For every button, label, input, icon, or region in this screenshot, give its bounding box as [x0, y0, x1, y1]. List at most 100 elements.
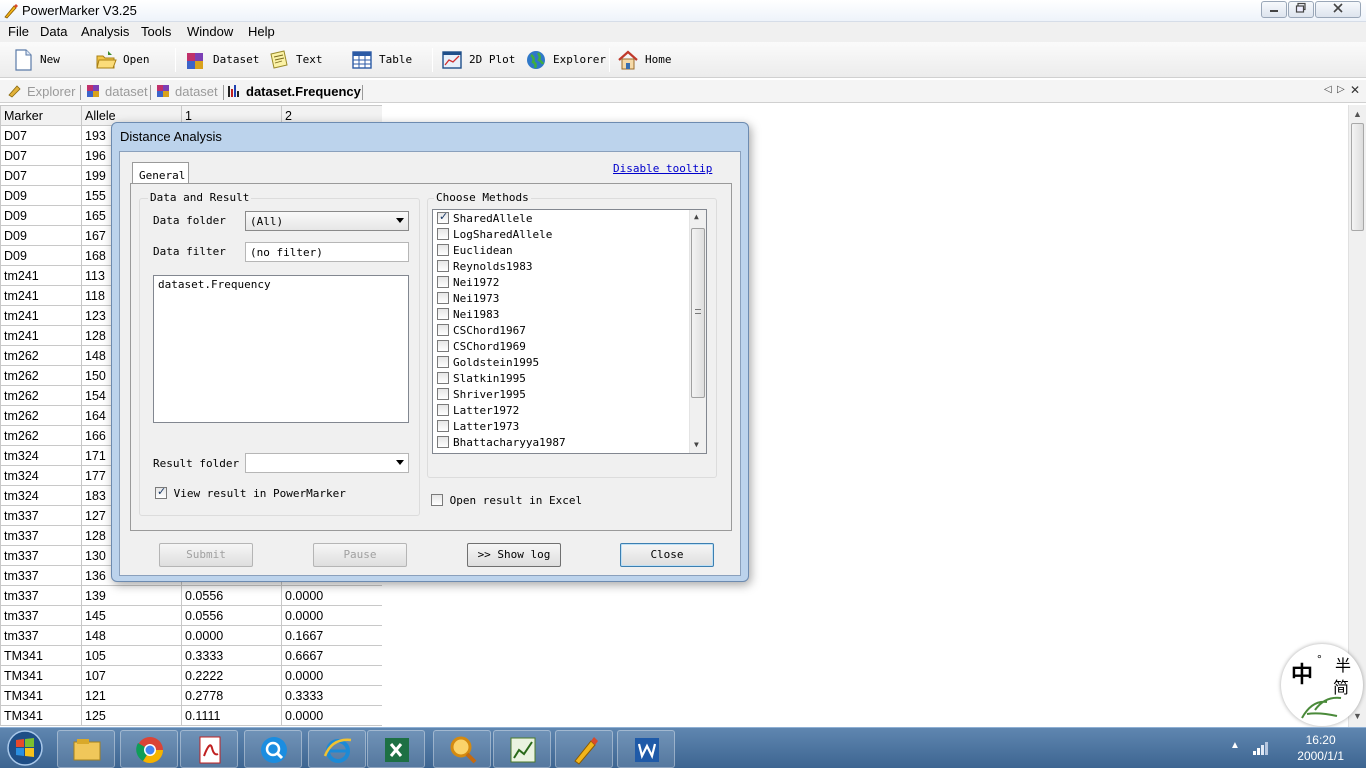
cell-marker[interactable]: D07 — [0, 125, 82, 146]
cell-marker[interactable]: D07 — [0, 145, 82, 166]
cell-allele[interactable]: 139 — [81, 585, 182, 606]
method-item[interactable]: Reynolds1983 — [437, 260, 532, 276]
cell-marker[interactable]: tm262 — [0, 405, 82, 426]
cell-freq-1[interactable]: 0.1111 — [181, 705, 282, 726]
cell-marker[interactable]: D09 — [0, 205, 82, 226]
taskbar-explorer[interactable] — [57, 730, 115, 768]
method-item[interactable]: Euclidean — [437, 244, 513, 260]
table-row[interactable]: TM341 121 0.2778 0.3333 — [0, 685, 382, 706]
method-item[interactable]: Nei1973 — [437, 292, 499, 308]
checkbox-unchecked-icon[interactable] — [437, 356, 449, 368]
tab-dataset-frequency[interactable]: dataset.Frequency — [227, 83, 361, 101]
menu-window[interactable]: Window — [187, 24, 233, 39]
cell-marker[interactable]: tm324 — [0, 445, 82, 466]
cell-freq-1[interactable]: 0.2778 — [181, 685, 282, 706]
menu-analysis[interactable]: Analysis — [81, 24, 129, 39]
checkbox-unchecked-icon[interactable] — [437, 340, 449, 352]
cell-freq-2[interactable]: 0.3333 — [281, 685, 382, 706]
cell-freq-2[interactable]: 0.0000 — [281, 705, 382, 726]
taskbar-pdf[interactable] — [180, 730, 238, 768]
taskbar-dictionary[interactable] — [244, 730, 302, 768]
taskbar-ie[interactable] — [308, 730, 366, 768]
table-row[interactable]: TM341 125 0.1111 0.0000 — [0, 705, 382, 726]
tab-scroll-right-icon[interactable]: ▷ — [1337, 84, 1345, 95]
cell-marker[interactable]: tm241 — [0, 305, 82, 326]
table-row[interactable]: tm337 145 0.0556 0.0000 — [0, 605, 382, 626]
scroll-up-arrow-icon[interactable]: ▲ — [1353, 109, 1362, 119]
cell-marker[interactable]: D09 — [0, 225, 82, 246]
network-signal-icon[interactable] — [1251, 740, 1269, 756]
open-button[interactable]: Open — [95, 47, 155, 73]
cell-marker[interactable]: tm337 — [0, 525, 82, 546]
cell-marker[interactable]: D09 — [0, 185, 82, 206]
close-button[interactable] — [1315, 1, 1361, 18]
checkbox-unchecked-icon[interactable] — [437, 308, 449, 320]
menu-tools[interactable]: Tools — [141, 24, 171, 39]
checkbox-unchecked-icon[interactable] — [437, 276, 449, 288]
checkbox-unchecked-icon[interactable] — [437, 292, 449, 304]
view-result-checkbox[interactable]: View result in PowerMarker — [155, 485, 346, 500]
method-item[interactable]: Slatkin1995 — [437, 372, 526, 388]
menu-help[interactable]: Help — [248, 24, 275, 39]
cell-marker[interactable]: tm262 — [0, 345, 82, 366]
cell-allele[interactable]: 148 — [81, 625, 182, 646]
cell-freq-1[interactable]: 0.3333 — [181, 645, 282, 666]
minimize-button[interactable] — [1261, 1, 1287, 18]
column-header-marker[interactable]: Marker — [0, 105, 82, 126]
main-vertical-scrollbar[interactable]: ▲ ▼ — [1348, 105, 1366, 727]
taskbar-powermarker[interactable] — [555, 730, 613, 768]
result-folder-dropdown[interactable] — [245, 453, 409, 473]
new-button[interactable]: New — [12, 47, 62, 73]
scrollbar-thumb[interactable] — [1351, 123, 1364, 231]
cell-freq-1[interactable]: 0.2222 — [181, 665, 282, 686]
checkbox-unchecked-icon[interactable] — [437, 372, 449, 384]
explorer-button[interactable]: Explorer — [525, 47, 606, 73]
tab-explorer[interactable]: Explorer — [8, 83, 75, 101]
cell-freq-1[interactable]: 0.0556 — [181, 605, 282, 626]
checkbox-unchecked-icon[interactable] — [437, 388, 449, 400]
cell-allele[interactable]: 125 — [81, 705, 182, 726]
cell-marker[interactable]: tm241 — [0, 285, 82, 306]
methods-scrollbar[interactable]: ▲ ▼ — [689, 210, 706, 453]
ime-status-badge[interactable]: 中 ° 半 简 — [1281, 644, 1363, 726]
cell-marker[interactable]: TM341 — [0, 645, 82, 666]
checkbox-checked-icon[interactable] — [437, 210, 449, 224]
start-button[interactable] — [4, 729, 46, 767]
table-row[interactable]: TM341 105 0.3333 0.6667 — [0, 645, 382, 666]
table-row[interactable]: tm337 148 0.0000 0.1667 — [0, 625, 382, 646]
tab-dataset-1[interactable]: dataset — [86, 83, 148, 101]
method-item[interactable]: Latter1973 — [437, 420, 519, 436]
system-clock[interactable]: 16:20 2000/1/1 — [1297, 732, 1344, 764]
cell-marker[interactable]: tm262 — [0, 425, 82, 446]
table-button[interactable]: Table — [351, 47, 416, 73]
cell-freq-2[interactable]: 0.0000 — [281, 665, 382, 686]
submit-button[interactable]: Submit — [159, 543, 253, 567]
taskbar-chrome[interactable] — [120, 730, 178, 768]
taskbar-search-tool[interactable] — [433, 730, 491, 768]
cell-marker[interactable]: tm337 — [0, 605, 82, 626]
cell-marker[interactable]: tm324 — [0, 465, 82, 486]
cell-allele[interactable]: 105 — [81, 645, 182, 666]
checkbox-unchecked-icon[interactable] — [437, 324, 449, 336]
2d-plot-button[interactable]: 2D Plot — [441, 47, 516, 73]
methods-scrollbar-thumb[interactable] — [691, 228, 705, 398]
scroll-down-arrow-icon[interactable]: ▼ — [694, 440, 699, 449]
tab-scroll-left-icon[interactable]: ◁ — [1324, 84, 1332, 95]
cell-marker[interactable]: tm337 — [0, 625, 82, 646]
method-item[interactable]: Shriver1995 — [437, 388, 526, 404]
cell-marker[interactable]: tm337 — [0, 565, 82, 586]
cell-marker[interactable]: tm337 — [0, 585, 82, 606]
method-item[interactable]: CSChord1967 — [437, 324, 526, 340]
methods-checklist[interactable]: ▲ ▼ SharedAllele LogSharedAllele Euclidean… — [432, 209, 707, 454]
cell-allele[interactable]: 121 — [81, 685, 182, 706]
cell-freq-2[interactable]: 0.0000 — [281, 605, 382, 626]
method-item[interactable]: Nei1972 — [437, 276, 499, 292]
show-log-button[interactable]: >> Show log — [467, 543, 561, 567]
pause-button[interactable]: Pause — [313, 543, 407, 567]
close-dialog-button[interactable]: Close — [620, 543, 714, 567]
method-item[interactable]: CSChord1969 — [437, 340, 526, 356]
cell-freq-2[interactable]: 0.6667 — [281, 645, 382, 666]
maximize-button[interactable] — [1288, 1, 1314, 18]
cell-marker[interactable]: D09 — [0, 245, 82, 266]
taskbar-chart-app[interactable] — [493, 730, 551, 768]
